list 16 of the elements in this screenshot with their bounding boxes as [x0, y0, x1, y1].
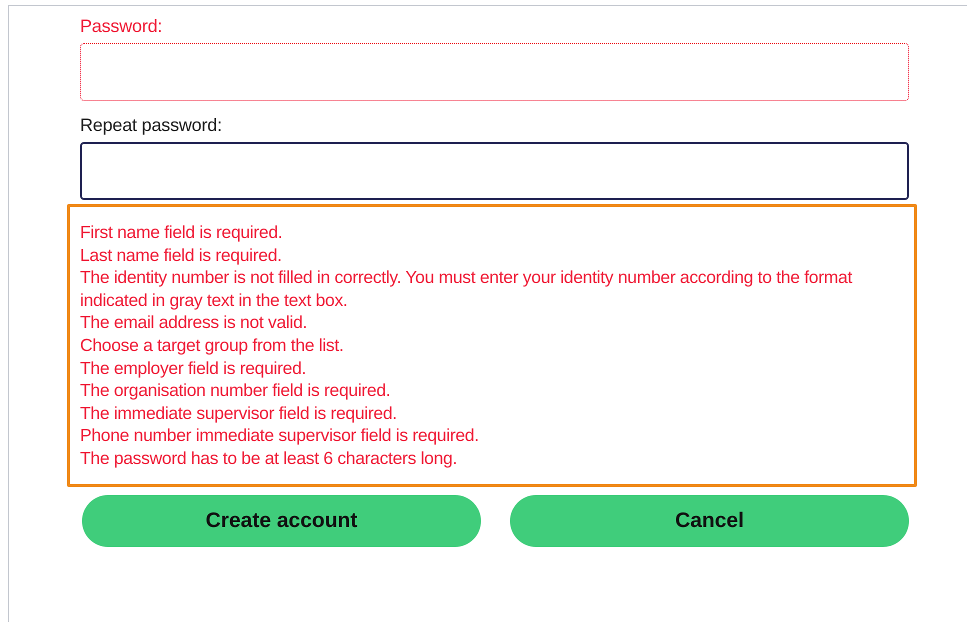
password-field[interactable]: [80, 43, 909, 101]
form-button[interactable]: Cancel: [510, 494, 909, 547]
field-label: Repeat password:: [80, 115, 223, 136]
error-message: Choose a target group from the list.: [80, 334, 345, 357]
error-message: Last name field is required.: [80, 244, 283, 266]
error-message: The immediate supervisor field is required.: [80, 402, 398, 424]
field-label: Password:: [80, 16, 164, 37]
error-message: First name field is required.: [80, 221, 284, 244]
password-field[interactable]: [80, 142, 909, 200]
error-message: The employer field is required.: [80, 356, 308, 380]
error-message: The password has to be at least 6 characters long.: [80, 446, 458, 470]
form-button[interactable]: Create account: [82, 494, 481, 547]
error-message: The organisation number field is required.: [80, 379, 392, 402]
error-message: Phone number immediate supervisor field is required.: [80, 424, 480, 447]
error-message: The email address is not valid.: [80, 311, 308, 334]
error-message: The identity number is not filled in correctly. You must enter your identity number according to the format indicated in gray text in the text box.: [80, 266, 854, 312]
